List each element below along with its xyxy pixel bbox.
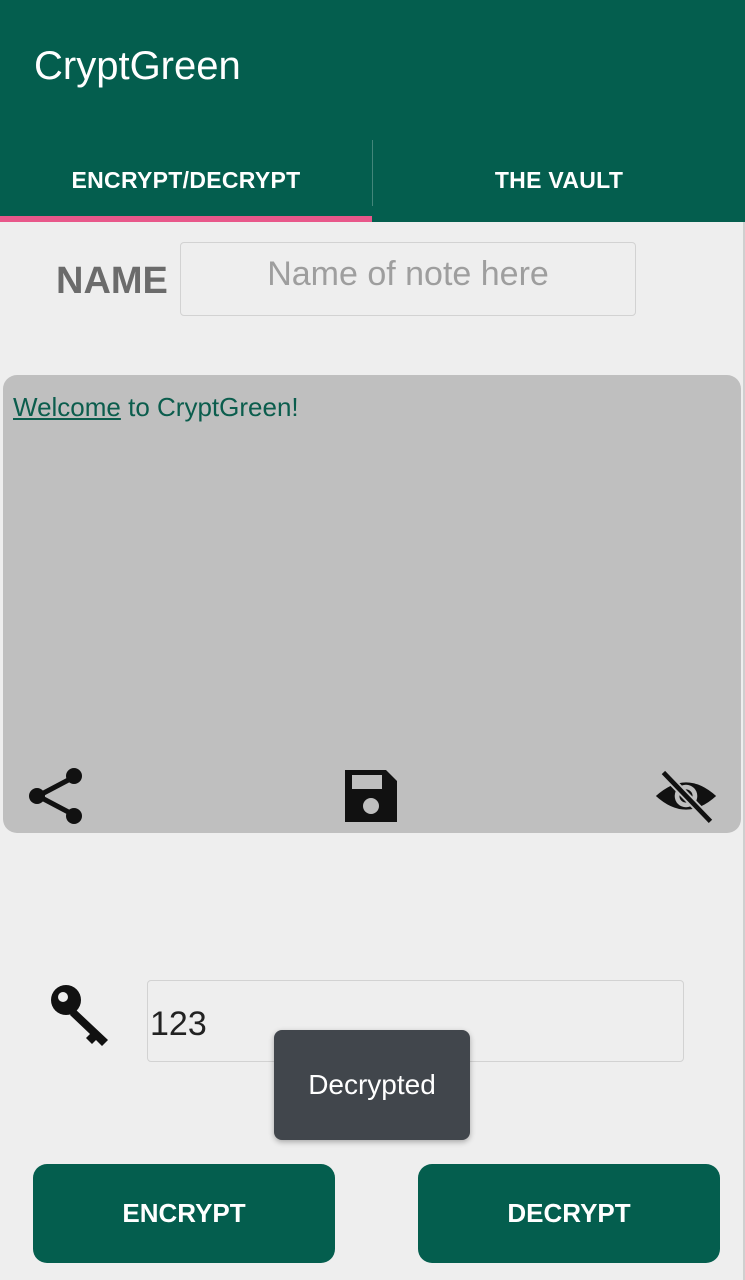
note-body-rest: to CryptGreen!: [120, 392, 299, 422]
note-body-text: Welcome to CryptGreen!: [13, 391, 299, 423]
app-bar: CryptGreen ENCRYPT/DECRYPT THE VAULT: [0, 0, 745, 222]
key-icon: [48, 982, 116, 1050]
tab-the-vault[interactable]: THE VAULT: [373, 140, 745, 220]
decrypt-button[interactable]: DECRYPT: [418, 1164, 720, 1263]
note-body-link-word: Welcome: [13, 392, 121, 422]
note-name-input[interactable]: [180, 242, 636, 316]
app-title: CryptGreen: [34, 44, 241, 88]
toast-message: Decrypted: [274, 1030, 470, 1140]
visibility-off-icon[interactable]: [654, 764, 718, 828]
encrypt-button[interactable]: ENCRYPT: [33, 1164, 335, 1263]
share-icon[interactable]: [24, 764, 88, 828]
tab-selected-indicator: [0, 216, 372, 222]
tab-encrypt-decrypt[interactable]: ENCRYPT/DECRYPT: [0, 140, 372, 220]
save-icon[interactable]: [339, 764, 403, 828]
name-label: NAME: [56, 260, 168, 302]
